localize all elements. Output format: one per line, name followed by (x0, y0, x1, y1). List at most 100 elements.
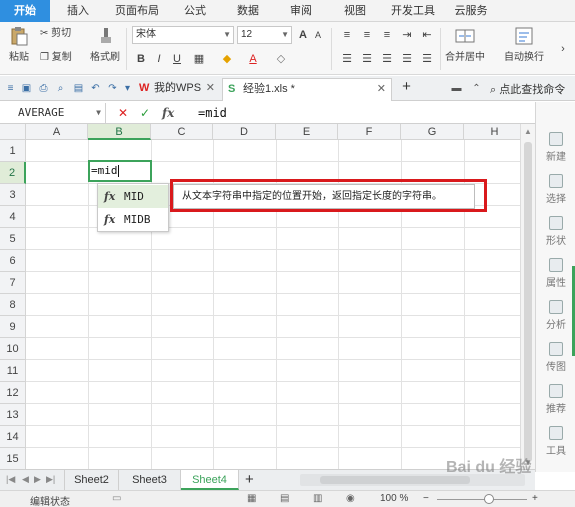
increase-font-icon[interactable]: A (296, 28, 310, 42)
tab-my-wps[interactable]: W 我的WPS ✕ (134, 78, 220, 101)
eye-protection-icon[interactable]: ◉ (346, 493, 355, 504)
next-sheet-icon[interactable]: ▶ (34, 474, 41, 485)
side-panel-analysis[interactable]: 分析 (536, 300, 575, 331)
menu-tab-data[interactable]: 数据 (228, 0, 268, 22)
zoom-slider[interactable] (437, 499, 527, 500)
menu-tab-view[interactable]: 视图 (335, 0, 375, 22)
side-panel-recommend[interactable]: 推荐 (536, 384, 575, 415)
side-panel-new[interactable]: 新建 (536, 132, 575, 163)
sheet-tab[interactable]: Sheet3 (119, 470, 181, 490)
cut-button[interactable]: ✂ 剪切 (40, 26, 71, 42)
menu-tab-review[interactable]: 审阅 (281, 0, 321, 22)
align-left-icon[interactable]: ☰ (340, 52, 354, 66)
zoom-in-button[interactable]: + (532, 493, 538, 504)
row-header[interactable]: 10 (0, 338, 26, 360)
row-header[interactable]: 8 (0, 294, 26, 316)
side-panel-upload-image[interactable]: 传图 (536, 342, 575, 373)
side-panel-select[interactable]: 选择 (536, 174, 575, 205)
align-top-icon[interactable]: ≡ (340, 28, 354, 42)
menu-tab-home[interactable]: 开始 (0, 0, 50, 22)
undo-icon[interactable]: ↶ (89, 82, 102, 95)
fill-color-icon[interactable]: ◆ (220, 52, 234, 66)
add-sheet-button[interactable]: + (245, 470, 254, 490)
name-box[interactable]: AVERAGE ▼ (0, 103, 106, 123)
bold-button[interactable]: B (134, 52, 148, 66)
macro-icon[interactable]: ▭ (112, 493, 121, 504)
column-header[interactable]: H (464, 124, 520, 140)
wrap-text-button[interactable]: 自动换行 (500, 26, 548, 63)
column-header[interactable]: D (213, 124, 276, 140)
column-header[interactable]: A (26, 124, 88, 140)
prev-sheet-icon[interactable]: ◀ (22, 474, 29, 485)
row-header[interactable]: 3 (0, 184, 26, 206)
save-icon[interactable]: ▣ (20, 82, 33, 95)
cancel-button[interactable]: ✕ (118, 104, 128, 122)
align-bottom-icon[interactable]: ≡ (380, 28, 394, 42)
justify-icon[interactable]: ☰ (400, 52, 414, 66)
first-sheet-icon[interactable]: |◀ (6, 474, 15, 485)
confirm-button[interactable]: ✓ (140, 104, 150, 122)
side-panel-shape[interactable]: 形状 (536, 216, 575, 247)
border-icon[interactable]: ▦ (192, 52, 206, 66)
font-size-select[interactable]: 12 ▼ (237, 26, 292, 44)
menu-tab-developer[interactable]: 开发工具 (386, 0, 440, 22)
print-icon[interactable]: ⎙ (37, 82, 50, 95)
column-header[interactable]: E (276, 124, 338, 140)
row-header[interactable]: 7 (0, 272, 26, 294)
print-preview-icon[interactable]: ⌕ (54, 82, 67, 95)
paste-button[interactable]: 粘贴 (2, 26, 36, 63)
clear-format-icon[interactable]: ◇ (274, 52, 288, 66)
close-icon[interactable]: ✕ (206, 78, 215, 99)
reading-mode-icon[interactable]: ▥ (313, 493, 322, 504)
normal-view-icon[interactable]: ▦ (247, 493, 256, 504)
zoom-slider-handle[interactable] (484, 494, 494, 504)
scroll-thumb[interactable] (320, 476, 470, 484)
underline-button[interactable]: U (170, 52, 184, 66)
menu-tab-cloud[interactable]: 云服务 (446, 0, 496, 22)
scroll-up-icon[interactable]: ▲ (524, 127, 532, 136)
row-header[interactable]: 4 (0, 206, 26, 228)
select-all-corner[interactable] (0, 124, 26, 140)
page-break-view-icon[interactable]: ▤ (280, 493, 289, 504)
command-search[interactable]: ⌕ 点此查找命令 (490, 81, 565, 97)
row-header[interactable]: 9 (0, 316, 26, 338)
scroll-thumb[interactable] (524, 142, 532, 462)
outdent-icon[interactable]: ⇤ (420, 28, 434, 42)
autocomplete-item-midb[interactable]: fx MIDB (98, 208, 168, 231)
align-right-icon[interactable]: ☰ (380, 52, 394, 66)
vertical-scrollbar[interactable]: ▲ ▼ (520, 124, 535, 469)
zoom-out-button[interactable]: − (423, 493, 429, 504)
close-icon[interactable]: ✕ (377, 79, 386, 100)
merge-center-button[interactable]: 合并居中 (442, 26, 488, 63)
indent-icon[interactable]: ⇥ (400, 28, 414, 42)
ribbon-more-icon[interactable]: › (556, 42, 570, 56)
row-header[interactable]: 1 (0, 140, 26, 162)
menu-tab-page-layout[interactable]: 页面布局 (108, 0, 166, 22)
expand-icon[interactable]: ⌃ (470, 82, 483, 95)
tab-file[interactable]: S 经验1.xls * ✕ (222, 78, 392, 101)
last-sheet-icon[interactable]: ▶| (46, 474, 55, 485)
align-middle-icon[interactable]: ≡ (360, 28, 374, 42)
column-header[interactable]: C (151, 124, 213, 140)
sheet-tab[interactable]: Sheet2 (64, 470, 119, 490)
customize-icon[interactable]: ▾ (121, 82, 134, 95)
menu-tab-insert[interactable]: 插入 (58, 0, 98, 22)
side-panel-properties[interactable]: 属性 (536, 258, 575, 289)
redo-icon[interactable]: ↷ (106, 82, 119, 95)
decrease-font-icon[interactable]: A (311, 28, 325, 42)
message-icon[interactable]: ▬ (450, 82, 463, 95)
column-header[interactable]: B (88, 124, 151, 140)
italic-button[interactable]: I (152, 52, 166, 66)
row-header[interactable]: 11 (0, 360, 26, 382)
format-painter-button[interactable]: 格式刷 (88, 26, 122, 63)
column-header[interactable]: F (338, 124, 401, 140)
font-color-button[interactable]: A (246, 52, 260, 66)
active-cell-b2[interactable]: =mid (88, 160, 152, 182)
new-tab-button[interactable]: + (400, 79, 413, 94)
zoom-level[interactable]: 100 % (380, 493, 408, 504)
menu-tab-formulas[interactable]: 公式 (175, 0, 215, 22)
align-center-icon[interactable]: ☰ (360, 52, 374, 66)
menu-icon[interactable]: ≡ (4, 82, 17, 95)
formula-input[interactable]: =mid (198, 103, 227, 123)
row-header[interactable]: 13 (0, 404, 26, 426)
